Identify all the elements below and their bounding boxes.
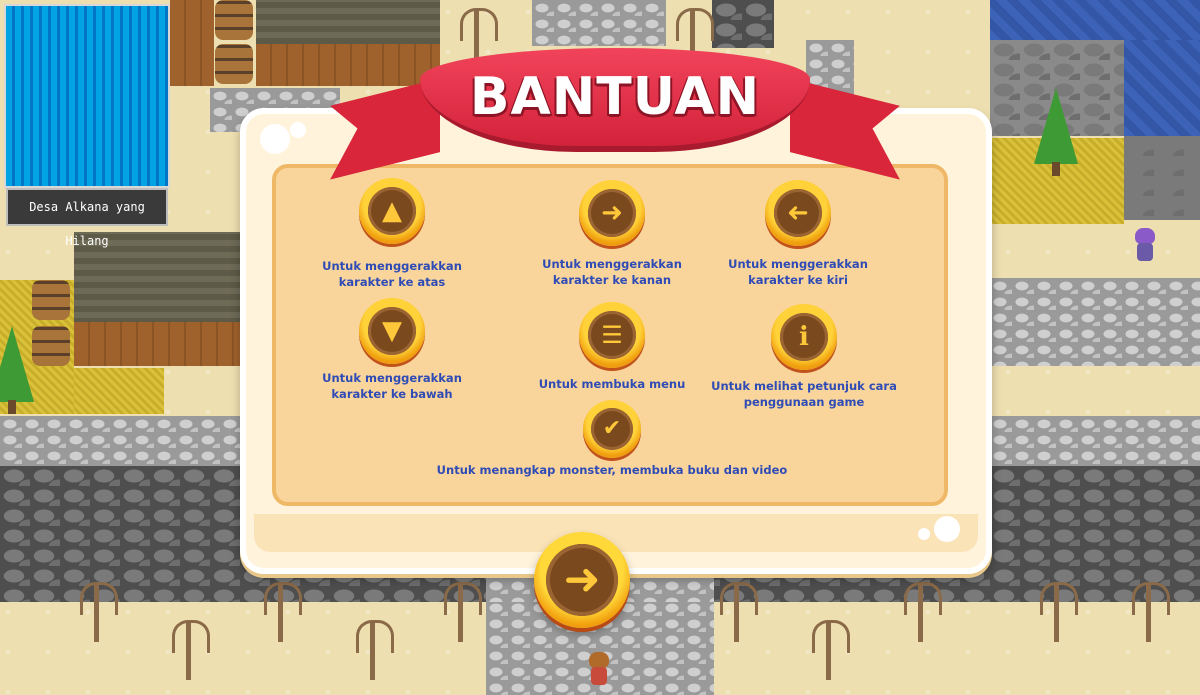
menu-icon: ☰ [601,321,623,349]
help-item-up: ▲ Untuk menggerakkan karakter ke atas [272,178,512,290]
dead-tree [76,574,118,644]
dead-tree [900,574,942,644]
dialog-title: BANTUAN [469,67,761,127]
dead-tree [808,612,850,682]
menu-button[interactable]: ☰ [579,302,645,368]
dead-tree [1128,574,1170,644]
help-text: Untuk menggerakkan karakter ke bawah [322,371,462,401]
arrow-right-icon: ➜ [563,554,601,605]
arrow-left-icon: ➜ [787,198,809,228]
barrel [215,0,253,40]
pine-tree [0,326,34,416]
dead-tree [352,612,394,682]
title-ribbon: BANTUAN [330,44,900,174]
decor-bubble [260,124,290,154]
arrow-left-button[interactable]: ➜ [765,180,831,246]
arrow-down-button[interactable]: ▼ [359,298,425,364]
minimap [4,4,170,188]
help-text: Untuk menggerakkan karakter ke atas [322,259,462,289]
dead-tree [168,612,210,682]
help-item-info: i Untuk melihat petunjuk cara penggunaan… [684,304,924,410]
dead-tree [440,574,482,644]
help-item-down: ▼ Untuk menggerakkan karakter ke bawah [272,298,512,402]
dead-tree [716,574,758,644]
arrow-up-button[interactable]: ▲ [359,178,425,244]
building-wall [1124,136,1200,220]
house-wall [170,0,214,86]
help-text: Untuk menggerakkan karakter ke kiri [728,257,868,287]
decor-bubble [934,516,960,542]
stone-path-east [990,278,1200,366]
grass-patch [74,368,164,414]
help-text: Untuk menggerakkan karakter ke kanan [542,257,682,287]
next-button[interactable]: ➜ [534,532,630,628]
barrel [32,326,70,366]
arrow-right-button[interactable]: ➜ [579,180,645,246]
blue-roof [990,0,1200,40]
help-item-action: ✔ Untuk menangkap monster, membuka buku … [312,400,912,478]
player-character [586,652,612,686]
checkmark-icon: ✔ [602,416,622,441]
stone-path-top [532,0,666,46]
help-item-left: ➜ Untuk menggerakkan karakter ke kiri [678,180,918,288]
pine-tree [1034,88,1078,178]
arrow-right-icon: ➜ [601,198,623,228]
help-text: Untuk menangkap monster, membuka buku da… [436,463,788,477]
house-roof [256,0,440,44]
barrel [215,44,253,84]
dead-tree [1036,574,1078,644]
decor-bubble [918,528,930,540]
stone-tower [712,0,774,48]
npc-character [1132,228,1158,262]
location-name: Desa Alkana yang Hilang [6,188,168,248]
house-wall [74,322,240,366]
action-button[interactable]: ✔ [583,400,641,458]
blue-roof [1124,40,1200,136]
barrel [32,280,70,320]
dead-tree [260,574,302,644]
info-button[interactable]: i [771,304,837,370]
info-icon: i [799,322,809,352]
arrow-up-icon: ▲ [382,196,402,226]
arrow-down-icon: ▼ [382,316,402,346]
decor-bubble [290,122,306,138]
